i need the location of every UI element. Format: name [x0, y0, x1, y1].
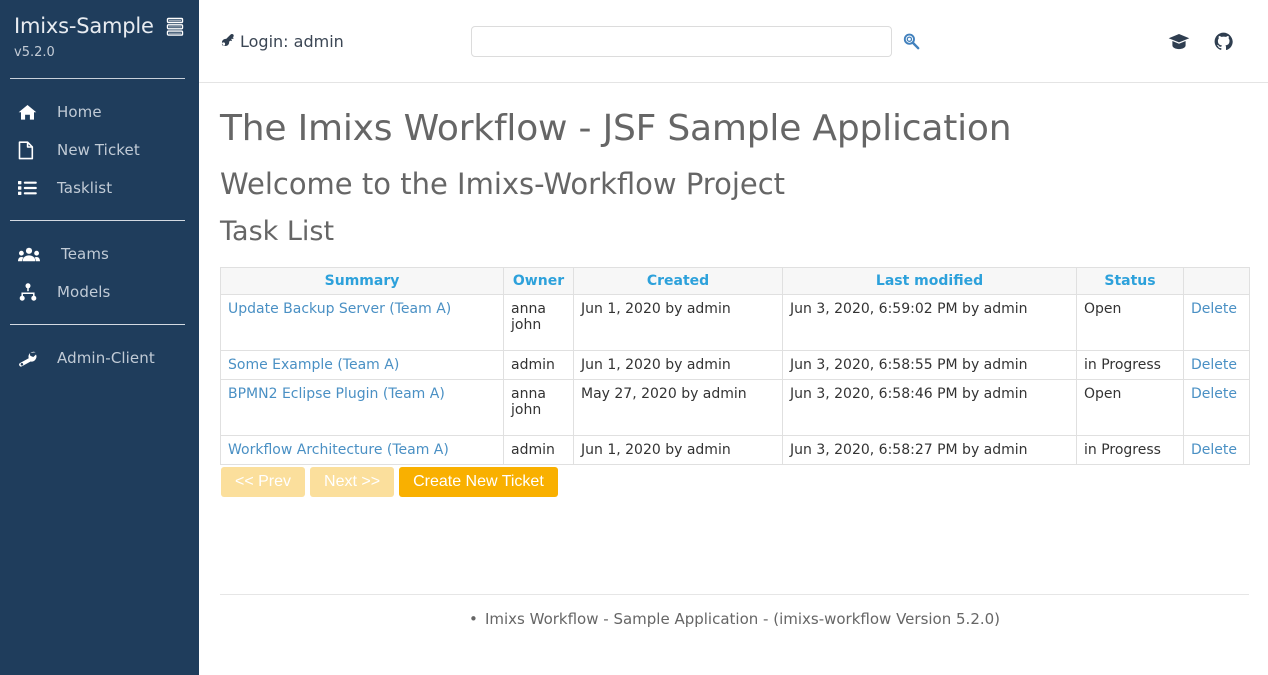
cell-created: Jun 1, 2020 by admin — [573, 294, 783, 351]
footer: Imixs Workflow - Sample Application - (i… — [220, 609, 1249, 628]
sidebar-group-main: Home New Ticket Tasklist — [0, 79, 199, 207]
cell-modified: Jun 3, 2020, 6:59:02 PM by admin — [782, 294, 1077, 351]
task-link[interactable]: Workflow Architecture (Team A) — [228, 442, 449, 458]
sidebar-item-models[interactable]: Models — [0, 273, 199, 311]
cell-modified: Jun 3, 2020, 6:58:55 PM by admin — [782, 350, 1077, 380]
cell-summary: BPMN2 Eclipse Plugin (Team A) — [220, 379, 504, 436]
key-icon — [220, 34, 234, 48]
document-icon — [18, 140, 48, 160]
list-icon — [18, 180, 48, 196]
sidebar-item-tasklist[interactable]: Tasklist — [0, 169, 199, 207]
cell-summary: Workflow Architecture (Team A) — [220, 435, 504, 465]
cell-status: in Progress — [1076, 350, 1184, 380]
cell-created: Jun 1, 2020 by admin — [573, 435, 783, 465]
wrench-icon — [18, 349, 48, 368]
next-button[interactable]: Next >> — [310, 467, 395, 497]
brand-version: v5.2.0 — [14, 45, 55, 60]
brand-title: Imixs-Sample — [14, 14, 154, 38]
home-icon — [18, 104, 48, 121]
topbar: Login: admin — [199, 0, 1268, 83]
graduation-cap-icon[interactable] — [1168, 33, 1190, 51]
search-icon[interactable] — [902, 32, 920, 50]
sidebar-brand: Imixs-Sample — [0, 0, 199, 42]
delete-link[interactable]: Delete — [1191, 442, 1237, 458]
footer-divider — [220, 594, 1249, 595]
cell-owner: anna john — [503, 294, 574, 351]
table-row: Update Backup Server (Team A) anna john … — [220, 294, 1250, 351]
cell-status: Open — [1076, 379, 1184, 436]
cell-status: Open — [1076, 294, 1184, 351]
cell-summary: Update Backup Server (Team A) — [220, 294, 504, 351]
cell-action: Delete — [1183, 379, 1250, 436]
column-header-created[interactable]: Created — [573, 267, 783, 295]
layers-icon[interactable] — [165, 12, 185, 42]
sidebar-item-label: Models — [57, 283, 111, 301]
table-row: Workflow Architecture (Team A) admin Jun… — [220, 435, 1250, 465]
task-link[interactable]: Some Example (Team A) — [228, 357, 399, 373]
prev-button[interactable]: << Prev — [221, 467, 306, 497]
sidebar-item-teams[interactable]: Teams — [0, 235, 199, 273]
create-new-ticket-button[interactable]: Create New Ticket — [399, 467, 558, 497]
page-title: The Imixs Workflow - JSF Sample Applicat… — [220, 108, 1012, 149]
delete-link[interactable]: Delete — [1191, 386, 1237, 402]
cell-created: May 27, 2020 by admin — [573, 379, 783, 436]
cell-action: Delete — [1183, 294, 1250, 351]
delete-link[interactable]: Delete — [1191, 301, 1237, 317]
users-icon — [18, 247, 48, 262]
sidebar-item-label: Admin-Client — [57, 349, 155, 367]
sidebar: Imixs-Sample v5.2.0 Home New Ticket Task… — [0, 0, 199, 675]
section-title: Task List — [220, 216, 335, 247]
cell-owner: admin — [503, 350, 574, 380]
sitemap-icon — [18, 282, 48, 302]
cell-action: Delete — [1183, 435, 1250, 465]
search-area — [471, 25, 920, 57]
sidebar-item-label: Tasklist — [57, 179, 113, 197]
sidebar-item-label: Home — [57, 103, 102, 121]
sidebar-item-home[interactable]: Home — [0, 93, 199, 131]
cell-status: in Progress — [1076, 435, 1184, 465]
sidebar-item-new-ticket[interactable]: New Ticket — [0, 131, 199, 169]
topbar-links — [1168, 0, 1233, 83]
column-header-action — [1183, 267, 1250, 295]
github-icon[interactable] — [1214, 32, 1233, 51]
main-area: Login: admin The Imixs Workflow - JSF Sa… — [199, 0, 1268, 675]
table-header-row: Summary Owner Created Last modified Stat… — [220, 267, 1250, 295]
content-area: The Imixs Workflow - JSF Sample Applicat… — [199, 105, 1268, 628]
cell-summary: Some Example (Team A) — [220, 350, 504, 380]
column-header-summary[interactable]: Summary — [220, 267, 504, 295]
sidebar-item-admin-client[interactable]: Admin-Client — [0, 339, 199, 377]
page-subtitle: Welcome to the Imixs-Workflow Project — [220, 167, 786, 201]
pagination-toolbar: << Prev Next >> Create New Ticket — [220, 467, 1250, 497]
cell-owner: anna john — [503, 379, 574, 436]
column-header-modified[interactable]: Last modified — [782, 267, 1077, 295]
login-status: Login: admin — [220, 32, 471, 51]
sidebar-group-admin: Admin-Client — [0, 325, 199, 377]
cell-owner: admin — [503, 435, 574, 465]
task-link[interactable]: Update Backup Server (Team A) — [228, 301, 451, 317]
sidebar-group-data: Teams Models — [0, 221, 199, 311]
table-row: Some Example (Team A) admin Jun 1, 2020 … — [220, 350, 1250, 380]
cell-created: Jun 1, 2020 by admin — [573, 350, 783, 380]
cell-action: Delete — [1183, 350, 1250, 380]
table-row: BPMN2 Eclipse Plugin (Team A) anna john … — [220, 379, 1250, 436]
search-input[interactable] — [471, 25, 892, 57]
delete-link[interactable]: Delete — [1191, 357, 1237, 373]
cell-modified: Jun 3, 2020, 6:58:27 PM by admin — [782, 435, 1077, 465]
sidebar-item-label: New Ticket — [57, 141, 140, 159]
task-link[interactable]: BPMN2 Eclipse Plugin (Team A) — [228, 386, 445, 402]
tasklist-table: Summary Owner Created Last modified Stat… — [220, 267, 1250, 465]
cell-modified: Jun 3, 2020, 6:58:46 PM by admin — [782, 379, 1077, 436]
footer-text: Imixs Workflow - Sample Application - (i… — [469, 610, 1000, 628]
column-header-status[interactable]: Status — [1076, 267, 1184, 295]
sidebar-item-label: Teams — [61, 245, 109, 263]
login-label: Login: admin — [240, 31, 344, 51]
column-header-owner[interactable]: Owner — [503, 267, 574, 295]
